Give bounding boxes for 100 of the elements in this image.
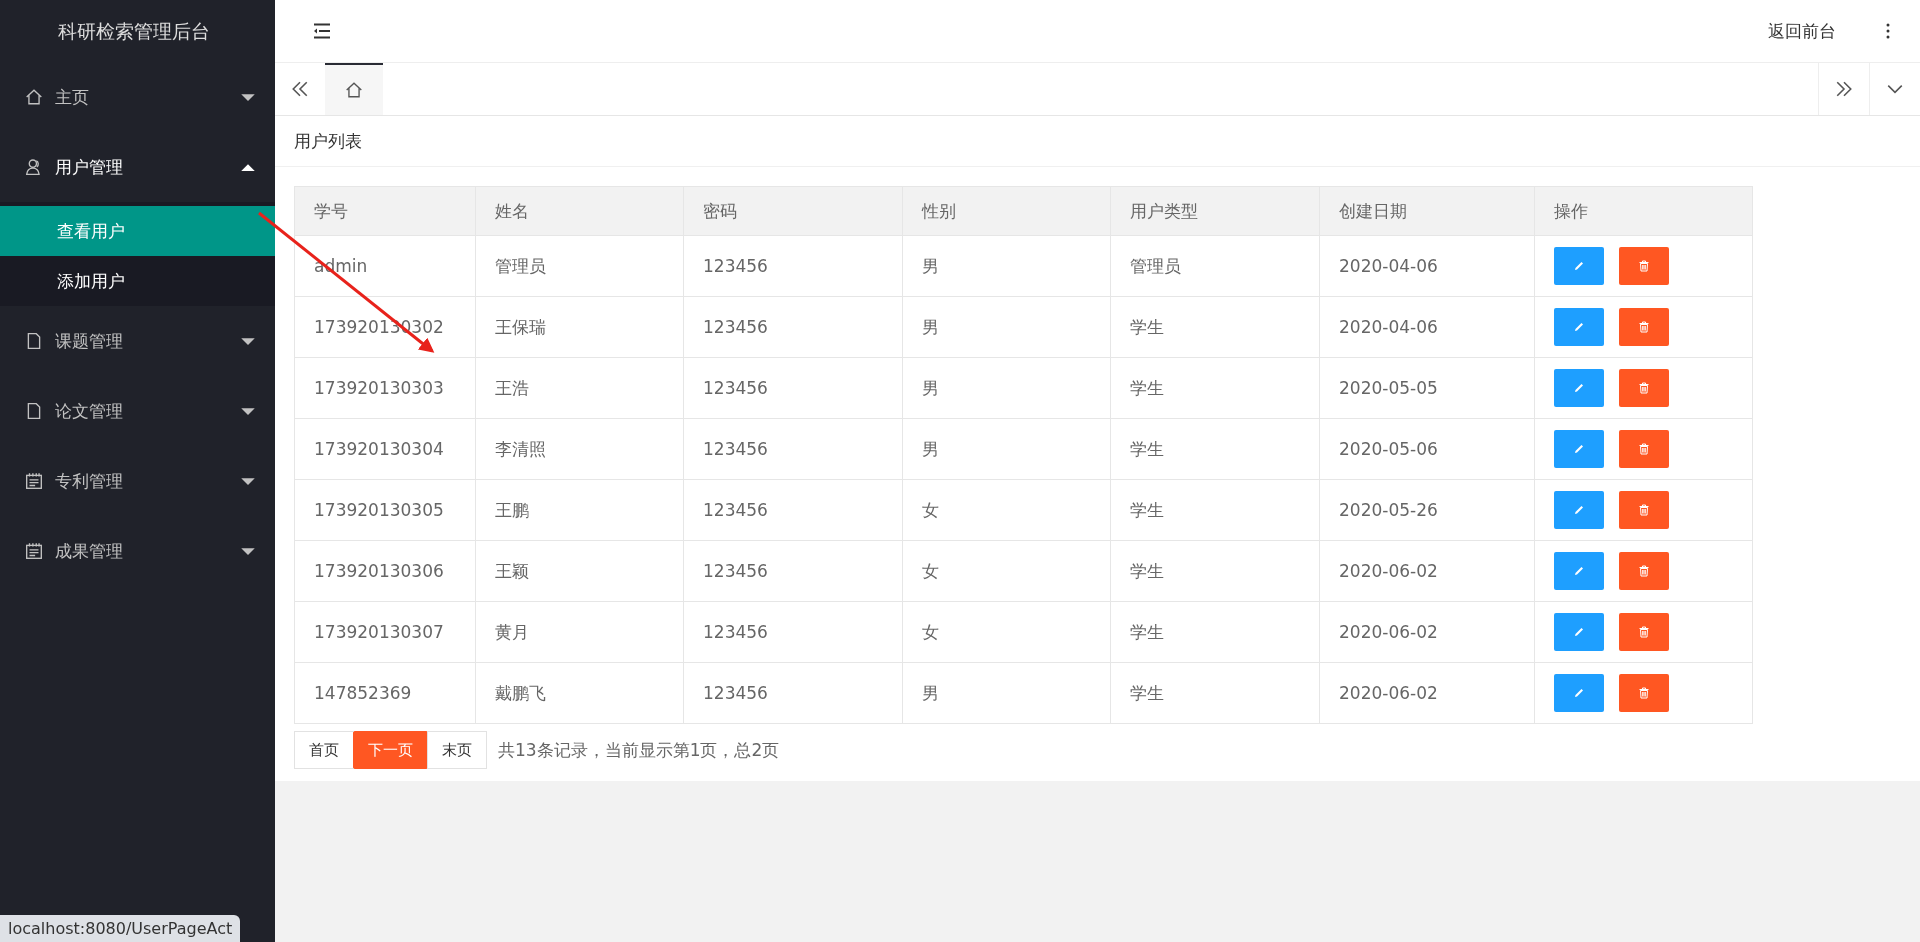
caret-icon [241, 336, 255, 346]
edit-button[interactable] [1554, 308, 1604, 346]
table-cell: 学生 [1130, 499, 1164, 520]
delete-button[interactable] [1619, 369, 1669, 407]
trash-icon [1638, 687, 1650, 699]
table-cell: 学生 [1130, 438, 1164, 459]
table-cell: 173920130304 [314, 439, 444, 459]
document-icon [25, 402, 43, 420]
submenu-item[interactable]: 查看用户 [0, 206, 275, 256]
submenu-item[interactable]: 添加用户 [0, 256, 275, 306]
table-cell: 戴鹏飞 [495, 682, 546, 703]
edit-button[interactable] [1554, 674, 1604, 712]
user-icon [25, 158, 43, 176]
panel-title: 用户列表 [275, 116, 1920, 167]
column-header: 密码 [703, 200, 737, 221]
document-icon [25, 332, 43, 350]
table-cell: 2020-05-26 [1339, 500, 1438, 520]
column-header: 姓名 [495, 200, 529, 221]
table-cell: 男 [922, 255, 939, 276]
column-header: 性别 [922, 200, 956, 221]
calendar-icon [25, 542, 43, 560]
table-cell: 123456 [703, 256, 768, 276]
page-summary: 共13条记录，当前显示第1页，总2页 [498, 738, 780, 762]
page-button[interactable]: 首页 [294, 731, 354, 769]
menu-item[interactable]: 成果管理 [0, 516, 275, 586]
delete-button[interactable] [1619, 613, 1669, 651]
table-cell: 2020-05-05 [1339, 378, 1438, 398]
edit-button[interactable] [1554, 613, 1604, 651]
home-tab[interactable] [325, 63, 383, 115]
home-icon [25, 88, 43, 106]
edit-button[interactable] [1554, 552, 1604, 590]
table-cell: 学生 [1130, 316, 1164, 337]
delete-button[interactable] [1619, 430, 1669, 468]
menu-item[interactable]: 课题管理 [0, 306, 275, 376]
pencil-icon [1573, 687, 1585, 699]
table-cell: 123456 [703, 561, 768, 581]
menu-item[interactable]: 主页 [0, 62, 275, 132]
home-icon [345, 81, 363, 99]
delete-button[interactable] [1619, 491, 1669, 529]
double-chevron-left-icon [291, 80, 309, 98]
table-cell: 123456 [703, 439, 768, 459]
table-cell: 123456 [703, 500, 768, 520]
edit-button[interactable] [1554, 247, 1604, 285]
edit-button[interactable] [1554, 491, 1604, 529]
table-cell: 173920130305 [314, 500, 444, 520]
menu-item[interactable]: 论文管理 [0, 376, 275, 446]
table-cell: 2020-06-02 [1339, 683, 1438, 703]
caret-icon [241, 92, 255, 102]
delete-button[interactable] [1619, 247, 1669, 285]
column-header: 学号 [314, 200, 348, 221]
table-cell: 学生 [1130, 682, 1164, 703]
table-cell: 173920130306 [314, 561, 444, 581]
caret-icon [241, 406, 255, 416]
delete-button[interactable] [1619, 308, 1669, 346]
table-cell: 管理员 [1130, 255, 1181, 276]
menu-icon[interactable] [313, 23, 331, 39]
trash-icon [1638, 504, 1650, 516]
table-cell: 李清照 [495, 438, 546, 459]
trash-icon [1638, 321, 1650, 333]
back-to-front-link[interactable]: 返回前台 [1768, 19, 1836, 43]
pencil-icon [1573, 565, 1585, 577]
table-cell: 女 [922, 560, 939, 581]
more-icon[interactable] [1886, 23, 1890, 39]
table-cell: 男 [922, 316, 939, 337]
table-cell: 男 [922, 377, 939, 398]
table-cell: 147852369 [314, 683, 412, 703]
app-title: 科研检索管理后台 [57, 19, 211, 44]
column-header: 用户类型 [1130, 200, 1198, 221]
table-cell: 173920130303 [314, 378, 444, 398]
delete-button[interactable] [1619, 552, 1669, 590]
table-cell: 173920130307 [314, 622, 444, 642]
table-cell: 2020-05-06 [1339, 439, 1438, 459]
caret-icon [241, 162, 255, 172]
table-cell: 王颖 [495, 560, 529, 581]
trash-icon [1638, 382, 1650, 394]
edit-button[interactable] [1554, 430, 1604, 468]
table-cell: 王保瑞 [495, 316, 546, 337]
table-cell: 学生 [1130, 560, 1164, 581]
table-cell: 黄月 [495, 621, 529, 642]
edit-button[interactable] [1554, 369, 1604, 407]
delete-button[interactable] [1619, 674, 1669, 712]
table-cell: 女 [922, 499, 939, 520]
table-cell: 123456 [703, 683, 768, 703]
trash-icon [1638, 443, 1650, 455]
caret-icon [241, 546, 255, 556]
column-header: 操作 [1554, 200, 1588, 221]
table-cell: 女 [922, 621, 939, 642]
table-cell: 男 [922, 438, 939, 459]
pencil-icon [1573, 504, 1585, 516]
trash-icon [1638, 260, 1650, 272]
menu-item[interactable]: 用户管理 [0, 132, 275, 202]
caret-icon [241, 476, 255, 486]
pencil-icon [1573, 443, 1585, 455]
status-bar: localhost:8080/UserPageAct [0, 915, 241, 942]
page-button[interactable]: 末页 [427, 731, 487, 769]
table-cell: 王浩 [495, 377, 529, 398]
table-cell: 123456 [703, 622, 768, 642]
pencil-icon [1573, 626, 1585, 638]
pencil-icon [1573, 260, 1585, 272]
menu-item[interactable]: 专利管理 [0, 446, 275, 516]
